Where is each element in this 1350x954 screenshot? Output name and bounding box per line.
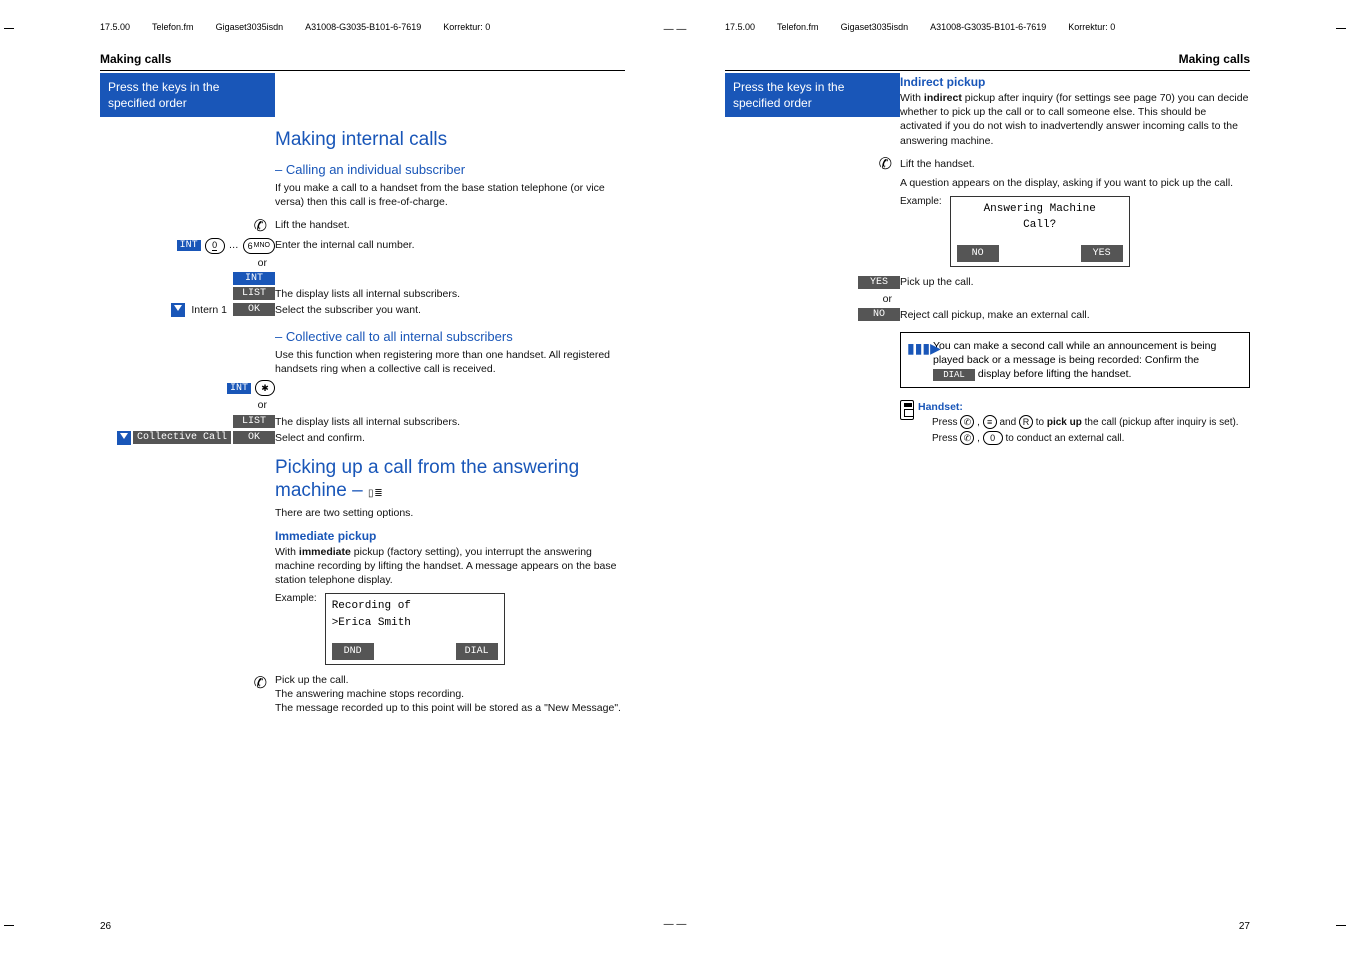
- meta-prod: Gigaset3035isdn: [841, 22, 909, 32]
- key-star: ✱: [255, 380, 275, 396]
- or-label: or: [100, 256, 275, 270]
- lcd-display: Answering Machine Call? NO YES: [950, 196, 1130, 268]
- meta-part: A31008-G3035-B101-6-7619: [930, 22, 1046, 32]
- example-label: Example:: [900, 196, 942, 207]
- crop-mark: [4, 925, 14, 926]
- softkey-ok: OK: [233, 431, 275, 444]
- header-meta: 17.5.00 Telefon.fm Gigaset3035isdn A3100…: [100, 20, 635, 34]
- example-label: Example:: [275, 593, 317, 604]
- paragraph: If you make a call to a handset from the…: [275, 181, 625, 209]
- softkey-list: LIST: [233, 287, 275, 300]
- meta-file: Telefon.fm: [777, 22, 819, 32]
- key-0: 0: [983, 431, 1003, 445]
- blue-instruction-note: Press the keys in the specified order: [725, 73, 900, 117]
- int-key-label: INT: [177, 240, 201, 251]
- arrow-down-icon: [171, 303, 185, 317]
- step-enter-internal: Enter the internal call number.: [275, 238, 625, 252]
- menu-item-intern1: Intern 1: [191, 303, 227, 317]
- softkey-no: NO: [858, 308, 900, 321]
- handset-icon: ✆: [254, 675, 267, 692]
- paragraph: With immediate pickup (factory setting),…: [275, 545, 625, 588]
- menu-key-icon: ≡: [983, 415, 997, 429]
- lcd-display: Recording of >Erica Smith DND DIAL: [325, 593, 505, 665]
- paragraph: With indirect pickup after inquiry (for …: [900, 91, 1250, 148]
- meta-date: 17.5.00: [725, 22, 755, 32]
- key-0: 0: [205, 238, 225, 254]
- step-lift-handset: Lift the handset.: [275, 218, 625, 232]
- crop-mark: [1336, 925, 1346, 926]
- arrow-down-icon: [117, 431, 131, 445]
- step-select-subscriber: Select the subscriber you want.: [275, 303, 625, 317]
- subheading-indirect-pickup: Indirect pickup: [900, 75, 1250, 89]
- lcd-line-2: >Erica Smith: [332, 615, 498, 632]
- page-number: 27: [1239, 921, 1250, 932]
- softkey-dial: DIAL: [456, 643, 498, 660]
- subheading-individual-subscriber: – Calling an individual subscriber: [275, 162, 625, 177]
- header-meta: 17.5.00 Telefon.fm Gigaset3035isdn A3100…: [725, 20, 1310, 34]
- meta-date: 17.5.00: [100, 22, 130, 32]
- key-6: 6MNO: [243, 238, 275, 254]
- step-lift-handset: Lift the handset.: [900, 157, 1250, 171]
- crop-mark: [1336, 28, 1346, 29]
- meta-prod: Gigaset3035isdn: [216, 22, 284, 32]
- crop-mark: [4, 28, 14, 29]
- handset-icon: ✆: [879, 156, 892, 173]
- page-number: 26: [100, 921, 111, 932]
- softkey-yes: YES: [858, 276, 900, 289]
- handset-icon: ✆: [254, 218, 267, 235]
- int-key-label: INT: [227, 383, 251, 394]
- step-reject: Reject call pickup, make an external cal…: [900, 308, 1250, 322]
- meta-korr: Korrektur: 0: [443, 22, 490, 32]
- section-title-right: Making calls: [725, 52, 1250, 71]
- softkey-list: LIST: [233, 415, 275, 428]
- paragraph: A question appears on the display, askin…: [900, 176, 1250, 190]
- tip-icon: ▮▮▮▶: [907, 339, 941, 358]
- step-list-subscribers: The display lists all internal subscribe…: [275, 287, 625, 301]
- meta-korr: Korrektur: 0: [1068, 22, 1115, 32]
- step-list-subscribers2: The display lists all internal subscribe…: [275, 415, 625, 429]
- lcd-line-1: Answering Machine: [957, 201, 1123, 218]
- softkey-yes: YES: [1081, 245, 1123, 262]
- meta-part: A31008-G3035-B101-6-7619: [305, 22, 421, 32]
- lcd-line-2: Call?: [957, 217, 1123, 234]
- heading-picking-up-call: Picking up a call from the answering mac…: [275, 457, 625, 503]
- softkey-dnd: DND: [332, 643, 374, 660]
- paragraph: There are two setting options.: [275, 506, 625, 520]
- lcd-line-1: Recording of: [332, 598, 498, 615]
- handset-device-icon: [900, 400, 914, 420]
- menu-item-collective: Collective Call: [133, 431, 231, 444]
- or-label: or: [100, 398, 275, 412]
- softkey-dial-inline: DIAL: [933, 369, 975, 381]
- step-select-confirm: Select and confirm.: [275, 431, 625, 445]
- subheading-immediate-pickup: Immediate pickup: [275, 529, 625, 543]
- talk-key-icon: ✆: [960, 431, 974, 445]
- r-key-icon: R: [1019, 415, 1033, 429]
- handset-instruction-1: Press ✆ , ≡ and R to pick up the call (p…: [932, 415, 1250, 429]
- step-pickup: Pick up the call.: [900, 275, 1250, 289]
- or-label: or: [725, 292, 900, 306]
- heading-making-internal-calls: Making internal calls: [275, 129, 625, 152]
- step-pickup-block: Pick up the call. The answering machine …: [275, 673, 625, 716]
- section-title-left: Making calls: [100, 52, 625, 71]
- handset-heading: Handset:: [918, 400, 1250, 414]
- softkey-int: INT: [233, 272, 275, 285]
- softkey-no: NO: [957, 245, 999, 262]
- answering-machine-icon: ▯ ≣: [368, 488, 382, 500]
- softkey-ok: OK: [233, 303, 275, 316]
- blue-instruction-note: Press the keys in the specified order: [100, 73, 275, 117]
- talk-key-icon: ✆: [960, 415, 974, 429]
- handset-instruction-2: Press ✆ , 0 to conduct an external call.: [932, 431, 1250, 445]
- subheading-collective-call: – Collective call to all internal subscr…: [275, 329, 625, 344]
- paragraph: Use this function when registering more …: [275, 348, 625, 376]
- tip-box: ▮▮▮▶ You can make a second call while an…: [900, 332, 1250, 389]
- meta-file: Telefon.fm: [152, 22, 194, 32]
